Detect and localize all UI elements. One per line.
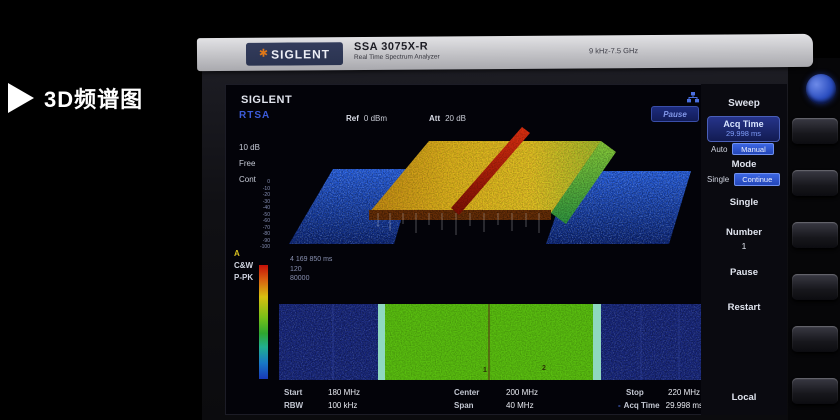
screen-brand: SIGLENT: [241, 94, 292, 106]
menu-title: Sweep: [701, 98, 787, 109]
acq-auto-manual-toggle: Auto Manual: [711, 143, 774, 155]
pause-softkey[interactable]: Pause: [701, 267, 787, 278]
brand-text: SIGLENT: [271, 47, 330, 61]
single-softkey[interactable]: Single: [701, 197, 787, 208]
center-value: 200 MHz: [506, 386, 538, 399]
trace-info: A C&W P-PK: [234, 248, 253, 284]
footer-right-column: Stop 220 MHz - Acq Time 29.998 ms: [618, 386, 703, 412]
rbw-label: RBW: [284, 399, 328, 412]
continue-option-selected[interactable]: Continue: [734, 173, 780, 186]
acquisition-readout: 4 169 850 ms 120 80000: [290, 255, 332, 284]
local-softkey[interactable]: Local: [701, 392, 787, 403]
footer-center-column: Center 200 MHz Span 40 MHz: [454, 386, 538, 412]
caption-title: 3D频谱图: [44, 82, 143, 114]
amplitude-colorbar: [259, 265, 268, 379]
marker-2-label: 2: [542, 365, 546, 372]
lan-icon: [687, 92, 699, 103]
siglent-logo: ✱ SIGLENT: [246, 42, 343, 66]
number-value: 1: [701, 241, 787, 251]
manual-option-selected[interactable]: Manual: [732, 143, 774, 155]
analyzer-screen: SIGLENT RTSA Ref0 dBm Att20 dB Pause 10 …: [225, 84, 703, 415]
softkey-button-2[interactable]: [792, 170, 838, 196]
acq-dash-icon: -: [618, 399, 621, 412]
total-count: 80000: [290, 274, 332, 284]
span-label: Span: [454, 399, 506, 412]
softkey-button-6[interactable]: [792, 378, 838, 404]
top-bezel: ✱ SIGLENT SSA 3075X-R Real Time Spectrum…: [197, 34, 813, 71]
restart-softkey[interactable]: Restart: [701, 302, 787, 313]
elapsed-time: 4 169 850 ms: [290, 255, 332, 265]
acq-time-softkey[interactable]: Acq Time 29.998 ms: [707, 116, 780, 142]
model-block: SSA 3075X-R Real Time Spectrum Analyzer: [354, 40, 440, 61]
model-number: SSA 3075X-R: [354, 40, 440, 53]
marker-1-label: 1: [483, 367, 487, 374]
rbw-value: 100 kHz: [328, 399, 357, 412]
trace-detector: P-PK: [234, 272, 253, 284]
single-option[interactable]: Single: [707, 175, 729, 184]
start-label: Start: [284, 386, 328, 399]
number-softkey[interactable]: Number: [701, 227, 787, 238]
trace-name: A: [234, 248, 253, 260]
center-label: Center: [454, 386, 506, 399]
trace-write-mode: C&W: [234, 260, 253, 272]
stop-value: 220 MHz: [668, 386, 700, 399]
frequency-range-label: 9 kHz-7.5 GHz: [589, 46, 638, 55]
mode-heading: Mode: [701, 159, 787, 170]
softkey-button-4[interactable]: [792, 274, 838, 300]
acq-softkey-value: 29.998 ms: [708, 129, 779, 138]
rtsa-mode-badge: RTSA: [239, 110, 270, 121]
acq-time-label: Acq Time: [624, 399, 666, 412]
start-value: 180 MHz: [328, 386, 360, 399]
pause-status-button[interactable]: Pause: [651, 106, 699, 122]
softkey-button-3[interactable]: [792, 222, 838, 248]
siglent-spark-icon: ✱: [259, 49, 268, 60]
stop-label: Stop: [618, 386, 668, 399]
knob-button[interactable]: [806, 74, 836, 104]
frame-count: 120: [290, 265, 332, 275]
video-caption-overlay: 3D频谱图: [8, 82, 143, 114]
softkey-button-5[interactable]: [792, 326, 838, 352]
footer-left-column: Start 180 MHz RBW 100 kHz: [284, 386, 360, 412]
softkey-button-1[interactable]: [792, 118, 838, 144]
softkey-menu: Sweep Acq Time 29.998 ms Auto Manual Mod…: [701, 84, 787, 415]
screenshot-stage: ✱ SIGLENT SSA 3075X-R Real Time Spectrum…: [0, 0, 840, 420]
span-value: 40 MHz: [506, 399, 534, 412]
3d-spectrogram-plot: [266, 121, 704, 261]
acq-softkey-label: Acq Time: [708, 119, 779, 129]
spectrogram-strip: [279, 304, 701, 380]
scale-per-div: 10 dB: [239, 140, 260, 156]
auto-option[interactable]: Auto: [711, 145, 727, 154]
acq-time-value: 29.998 ms: [666, 399, 703, 412]
play-icon: [8, 83, 34, 113]
trigger-mode: Free: [239, 156, 260, 172]
model-subtitle: Real Time Spectrum Analyzer: [354, 53, 440, 61]
mode-single-continue-toggle: Single Continue: [707, 173, 780, 186]
